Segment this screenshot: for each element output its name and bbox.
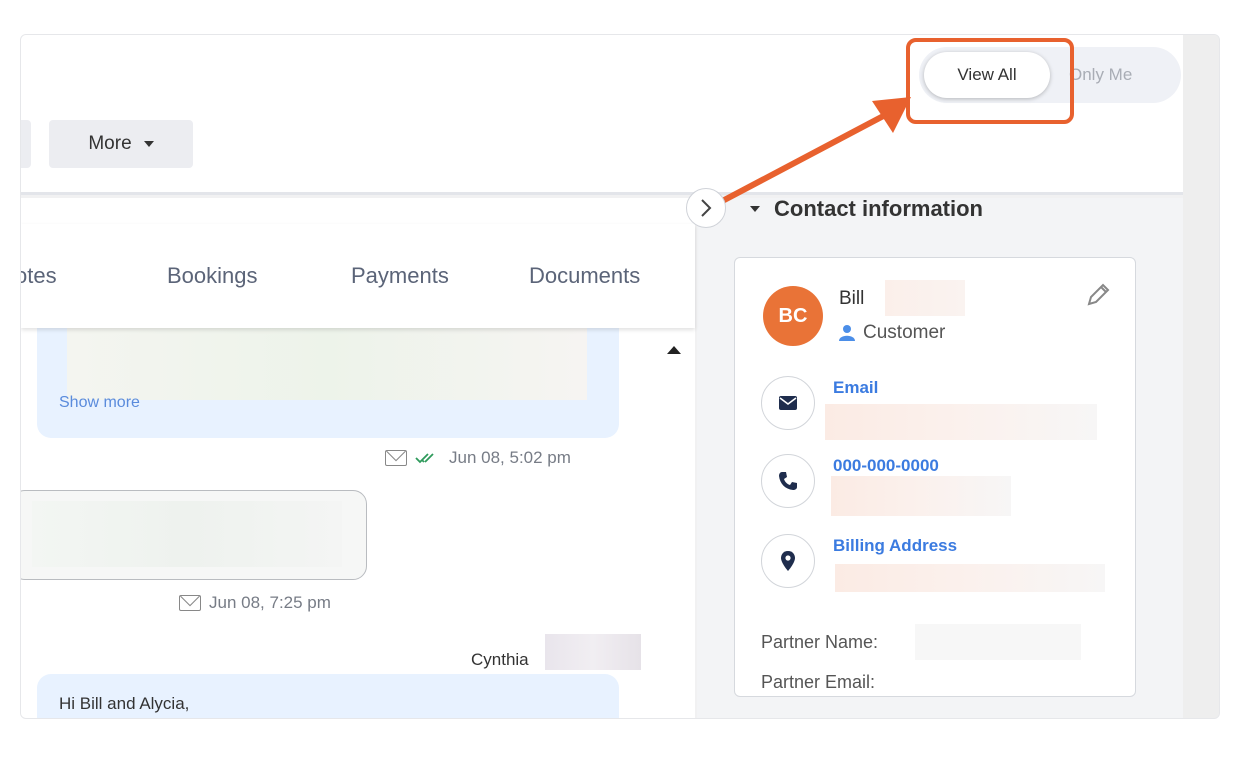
top-toolbar: More View All Only Me (21, 35, 1183, 195)
billing-address-link[interactable]: Billing Address (833, 536, 957, 556)
redacted-text (835, 564, 1105, 592)
pencil-icon[interactable] (1083, 280, 1113, 310)
redacted-text (67, 328, 587, 400)
contact-name: Bill (839, 288, 865, 309)
toolbar-button-partial[interactable] (21, 120, 31, 168)
redacted-text (915, 624, 1081, 660)
location-pin-icon (781, 551, 795, 571)
contact-role-label: Customer (863, 322, 946, 343)
collapse-panel-button[interactable] (686, 188, 726, 228)
person-icon (839, 325, 855, 341)
more-button-label: More (88, 133, 132, 154)
conversation-panel: otes Bookings Payments Documents Show mo… (21, 198, 695, 718)
more-button[interactable]: More (49, 120, 193, 168)
message-time: Jun 08, 7:25 pm (209, 593, 331, 612)
message-time: Jun 08, 5:02 pm (449, 448, 571, 467)
message-bubble: Hi Bill and Alycia, (37, 674, 619, 718)
caret-down-icon (750, 206, 760, 212)
only-me-button[interactable]: Only Me (1069, 52, 1169, 98)
redacted-text (825, 404, 1097, 440)
redacted-text (831, 476, 1011, 516)
message-text: Hi Bill and Alycia, (59, 694, 190, 713)
show-more-link[interactable]: Show more (59, 394, 140, 412)
phone-link[interactable]: 000-000-0000 (833, 456, 939, 476)
tab-bookings[interactable]: Bookings (167, 263, 258, 289)
tab-notes[interactable]: otes (21, 263, 57, 289)
contact-section-title: Contact information (774, 196, 983, 221)
tab-bar: otes Bookings Payments Documents (21, 224, 695, 328)
message-meta: Jun 08, 7:25 pm (179, 593, 331, 613)
sender-name: Cynthia (471, 650, 529, 669)
address-icon-button[interactable] (761, 534, 815, 588)
envelope-icon (385, 450, 407, 466)
message-bubble (21, 490, 367, 580)
caret-down-icon (143, 141, 154, 147)
phone-icon-button[interactable] (761, 454, 815, 508)
contact-section-header[interactable]: Contact information (750, 196, 983, 222)
chevron-right-icon (701, 199, 712, 217)
redacted-text (885, 280, 965, 316)
partner-email-label: Partner Email: (761, 672, 876, 692)
partner-name-label: Partner Name: (761, 632, 879, 652)
contact-card: BC Bill Customer Email 000-000-0000 Bill… (734, 257, 1136, 697)
tab-payments[interactable]: Payments (351, 263, 449, 289)
message-bubble: Show more (37, 328, 619, 438)
message-meta: Jun 08, 5:02 pm (385, 448, 571, 468)
envelope-icon (779, 396, 797, 410)
envelope-icon (179, 595, 201, 611)
avatar: BC (763, 286, 823, 346)
scroll-up-icon[interactable] (667, 346, 681, 354)
email-link[interactable]: Email (833, 378, 878, 398)
redacted-text (32, 501, 342, 567)
tab-documents[interactable]: Documents (529, 263, 640, 289)
double-check-icon (415, 453, 434, 464)
window-edge (1183, 35, 1219, 718)
email-icon-button[interactable] (761, 376, 815, 430)
contact-role: Customer (839, 322, 945, 344)
redacted-text (545, 634, 641, 670)
phone-icon (779, 472, 797, 490)
highlight-annotation (906, 38, 1074, 124)
scrollbar[interactable] (655, 328, 695, 718)
page-margin (0, 719, 1242, 758)
